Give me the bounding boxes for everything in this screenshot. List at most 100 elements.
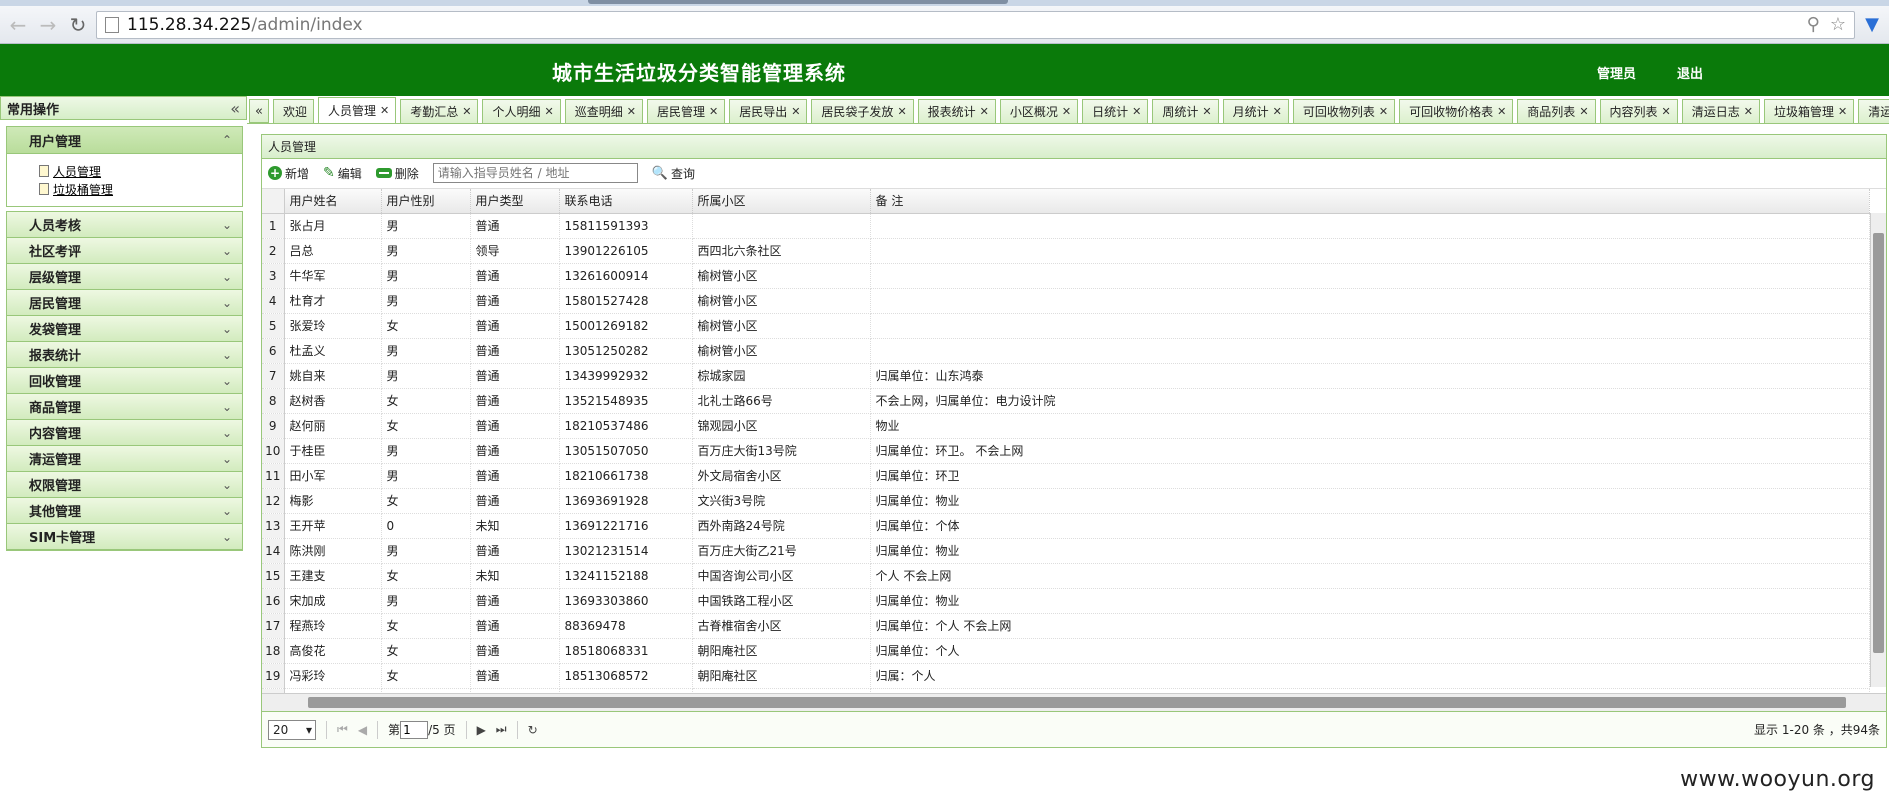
- sidebar-section-header[interactable]: 商品管理 ⌄: [7, 394, 242, 420]
- close-icon[interactable]: ✕: [462, 105, 471, 118]
- tab-item[interactable]: 小区概况 ✕: [999, 99, 1079, 123]
- sidebar-section-header[interactable]: 发袋管理 ⌄: [7, 316, 242, 342]
- close-icon[interactable]: ✕: [1662, 105, 1671, 118]
- scroll-thumb[interactable]: [308, 697, 1846, 708]
- column-header[interactable]: 备 注: [870, 189, 1870, 214]
- table-row[interactable]: 8 赵树香女普通 13521548935 北礼士路66号 不会上网，归属单位：电力设计院: [262, 388, 1870, 414]
- sidebar-link-personnel[interactable]: 人员管理: [39, 162, 242, 180]
- close-icon[interactable]: ✕: [1497, 105, 1506, 118]
- last-page-icon[interactable]: ⏭: [496, 722, 507, 737]
- close-icon[interactable]: ✕: [980, 105, 989, 118]
- tab-item[interactable]: 巡查明细 ✕: [564, 99, 643, 123]
- tab-item[interactable]: 个人明细 ✕: [482, 99, 561, 123]
- sidebar-link-bins[interactable]: 垃圾桶管理: [39, 180, 242, 198]
- close-icon[interactable]: ✕: [380, 104, 389, 117]
- table-row[interactable]: 3 牛华军男普通 13261600914 榆树管小区: [262, 263, 1870, 289]
- add-button[interactable]: + 新增: [268, 165, 309, 182]
- scroll-thumb[interactable]: [1873, 233, 1884, 653]
- reload-icon[interactable]: ↻: [66, 13, 90, 37]
- table-row[interactable]: 1 张占月男普通 15811591393: [262, 213, 1870, 239]
- sidebar-section-header[interactable]: 用户管理 ⌃: [7, 127, 242, 153]
- shield-extension-icon[interactable]: ▼: [1861, 14, 1883, 36]
- refresh-icon[interactable]: ↻: [528, 723, 538, 737]
- table-row[interactable]: 7 姚自来男普通 13439992932 棕城家园 归属单位：山东鸿泰: [262, 363, 1870, 389]
- tab-item[interactable]: 商品列表 ✕: [1517, 99, 1596, 123]
- page-number-input[interactable]: [400, 720, 429, 739]
- sidebar-section-header[interactable]: 其他管理 ⌄: [7, 498, 242, 524]
- sidebar-section-header[interactable]: 报表统计 ⌄: [7, 342, 242, 368]
- sidebar-section-header[interactable]: 清运管理 ⌄: [7, 446, 242, 472]
- back-icon[interactable]: ←: [6, 13, 30, 37]
- tab-item[interactable]: 居民管理 ✕: [646, 99, 726, 123]
- tab-item[interactable]: 居民袋子发放 ✕: [811, 99, 914, 123]
- close-icon[interactable]: ✕: [1379, 105, 1388, 118]
- close-icon[interactable]: ✕: [709, 105, 718, 118]
- table-row[interactable]: 19 冯彩玲女普通 18513068572 朝阳庵社区 归属：个人: [262, 663, 1870, 689]
- table-row[interactable]: 15 王建支女未知 13241152188 中国咨询公司小区 个人 不会上网: [262, 563, 1870, 589]
- browser-tab[interactable]: [588, 0, 1008, 4]
- sidebar-section-header[interactable]: 社区考评 ⌄: [7, 238, 242, 264]
- table-row[interactable]: 10 于桂臣男普通 13051507050 百万庄大街13号院 归属单位：环卫。 不会上…: [262, 438, 1870, 464]
- tab-item[interactable]: 月统计 ✕: [1222, 99, 1289, 123]
- close-icon[interactable]: ✕: [1744, 105, 1753, 118]
- tab-item[interactable]: 垃圾箱管理 ✕: [1764, 99, 1855, 123]
- tab-item[interactable]: 可回收物列表 ✕: [1292, 99, 1396, 123]
- tab-item[interactable]: 周统计 ✕: [1152, 99, 1219, 123]
- forward-icon[interactable]: →: [36, 13, 60, 37]
- tab-item[interactable]: 人员管理 ✕: [318, 97, 397, 123]
- table-row[interactable]: 9 赵何丽女普通 18210537486 锦观园小区 物业: [262, 413, 1870, 439]
- table-row[interactable]: 11 田小军男普通 18210661738 外文局宿舍小区 归属单位：环卫: [262, 463, 1870, 489]
- close-icon[interactable]: ✕: [1579, 105, 1588, 118]
- address-bar[interactable]: 115.28.34.225/admin/index ⚲ ☆: [96, 10, 1855, 39]
- first-page-icon[interactable]: ⏮: [337, 722, 348, 737]
- table-row[interactable]: 4 杜育才男普通 15801527428 榆树管小区: [262, 288, 1870, 314]
- tab-item[interactable]: 考勤汇总 ✕: [400, 99, 479, 123]
- sidebar-section-header[interactable]: 权限管理 ⌄: [7, 472, 242, 498]
- close-icon[interactable]: ✕: [1838, 105, 1847, 118]
- sidebar-section-header[interactable]: 回收管理 ⌄: [7, 368, 242, 394]
- close-icon[interactable]: ✕: [1273, 105, 1282, 118]
- table-row[interactable]: 6 杜孟义男普通 13051250282 榆树管小区: [262, 338, 1870, 364]
- close-icon[interactable]: ✕: [1062, 105, 1071, 118]
- table-row[interactable]: 16 宋加成男普通 13693303860 中国铁路工程小区 归属单位：物业: [262, 588, 1870, 614]
- table-row[interactable]: 17 程燕玲女普通 88369478 古脊椎宿舍小区 归属单位：个人 不会上网: [262, 613, 1870, 639]
- tab-item[interactable]: 日统计 ✕: [1082, 99, 1149, 123]
- logout-link[interactable]: 退出: [1677, 63, 1703, 82]
- close-icon[interactable]: ✕: [791, 105, 800, 118]
- table-row[interactable]: 12 梅影女普通 13693691928 文兴街3号院 归属单位：物业: [262, 488, 1870, 514]
- tab-item[interactable]: 居民导出 ✕: [729, 99, 808, 123]
- column-header[interactable]: 所属小区: [692, 189, 871, 214]
- column-header[interactable]: 用户性别: [381, 189, 471, 214]
- edit-button[interactable]: ✎ 编辑: [323, 165, 362, 182]
- bookmark-star-icon[interactable]: ☆: [1830, 14, 1846, 35]
- table-row[interactable]: 2 吕总男领导 13901226105 西四北六条社区: [262, 238, 1870, 264]
- sidebar-section-header[interactable]: 居民管理 ⌄: [7, 290, 242, 316]
- key-icon[interactable]: ⚲: [1807, 14, 1820, 35]
- table-row[interactable]: 18 高俊花女普通 18518068331 朝阳庵社区 归属单位：个人: [262, 638, 1870, 664]
- tab-item[interactable]: 内容列表 ✕: [1599, 99, 1678, 123]
- tab-item[interactable]: 清运: [1858, 99, 1889, 123]
- next-page-icon[interactable]: ▶: [477, 723, 486, 737]
- delete-button[interactable]: 删除: [375, 165, 419, 182]
- close-icon[interactable]: ✕: [897, 105, 906, 118]
- column-header[interactable]: 联系电话: [559, 189, 693, 214]
- admin-link[interactable]: 管理员: [1597, 63, 1636, 82]
- table-row[interactable]: 13 王开苹 0 未知 13691221716 西外南路24号院 归属单位：个体: [262, 513, 1870, 539]
- close-icon[interactable]: ✕: [627, 105, 636, 118]
- tab-item[interactable]: 清运日志 ✕: [1681, 99, 1760, 123]
- query-button[interactable]: 🔍 查询: [652, 165, 695, 182]
- sidebar-section-header[interactable]: 层级管理 ⌄: [7, 264, 242, 290]
- sidebar-section-header[interactable]: SIM卡管理 ⌄: [7, 524, 242, 550]
- tab-item[interactable]: 报表统计 ✕: [917, 99, 996, 123]
- sidebar-section-header[interactable]: 内容管理 ⌄: [7, 420, 242, 446]
- prev-page-icon[interactable]: ◀: [358, 723, 367, 737]
- close-icon[interactable]: ✕: [1132, 105, 1141, 118]
- horizontal-scrollbar[interactable]: [262, 693, 1886, 711]
- close-icon[interactable]: ✕: [545, 105, 554, 118]
- table-row[interactable]: 5 张爱玲女普通 15001269182 榆树管小区: [262, 313, 1870, 339]
- tabs-scroll-left-icon[interactable]: «: [249, 99, 269, 123]
- tab-item[interactable]: 欢迎: [273, 99, 315, 123]
- column-header[interactable]: 用户姓名: [284, 189, 382, 214]
- search-input[interactable]: [432, 163, 638, 183]
- close-icon[interactable]: ✕: [1202, 105, 1211, 118]
